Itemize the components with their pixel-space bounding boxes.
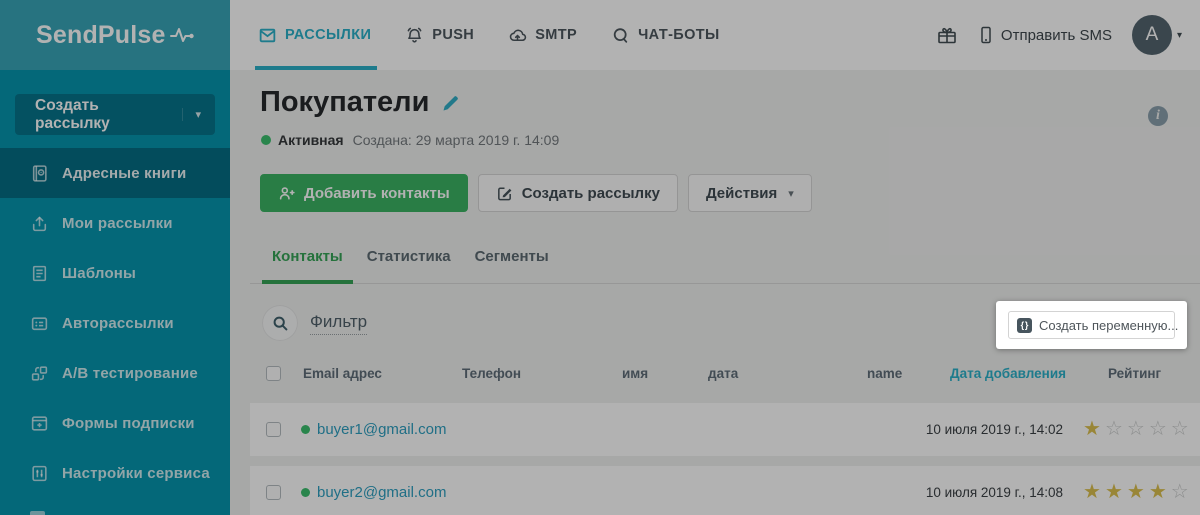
sendpulse-app: SendPulse Создать рассылку ▾ Адресные кн… (0, 0, 1200, 515)
dim-overlay (0, 0, 1200, 515)
create-variable-button[interactable]: { } Создать переменную... (1008, 311, 1179, 339)
braces-icon: { } (1017, 317, 1032, 333)
create-variable-label: Создать переменную... (1039, 317, 1179, 333)
spotlight-highlight: { } Создать переменную... (996, 301, 1187, 349)
